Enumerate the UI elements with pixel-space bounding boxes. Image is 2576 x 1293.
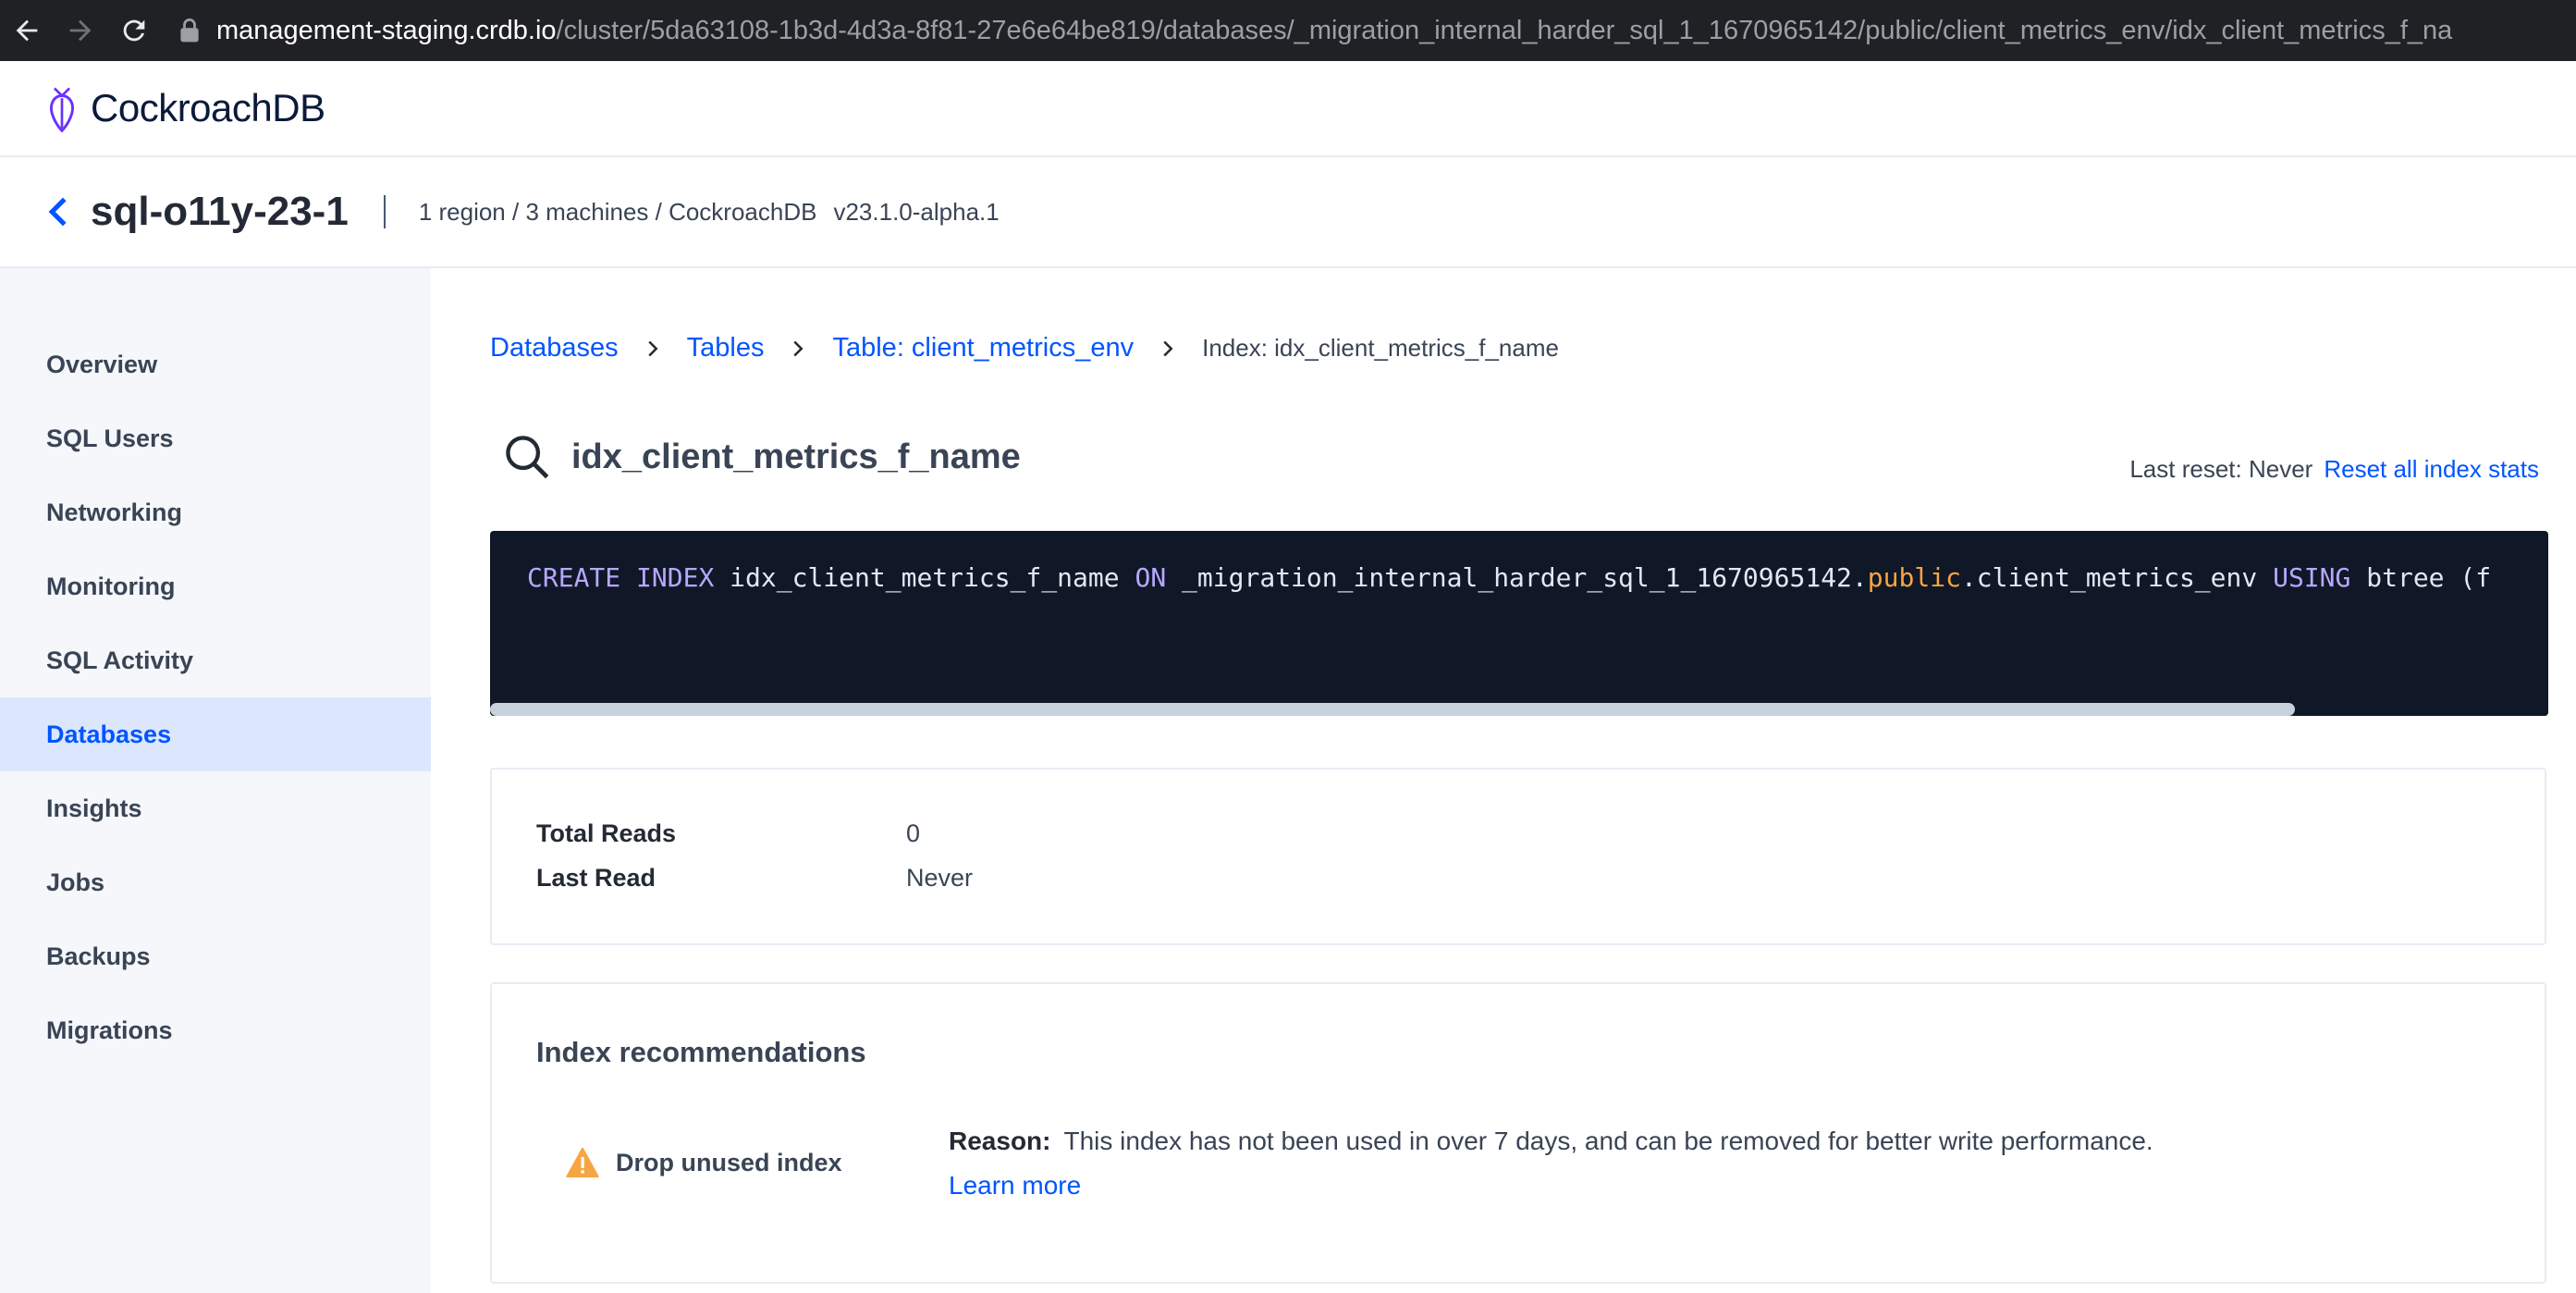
breadcrumb-databases[interactable]: Databases xyxy=(490,333,619,363)
recommendation-type-label: Drop unused index xyxy=(616,1148,842,1176)
reason-text: This index has not been used in over 7 d… xyxy=(1063,1127,2153,1155)
stat-row-total-reads: Total Reads 0 xyxy=(536,819,920,848)
warning-icon xyxy=(566,1147,599,1178)
code-scrollbar-thumb[interactable] xyxy=(490,703,2295,716)
sidebar-item-migrations[interactable]: Migrations xyxy=(0,993,431,1067)
arrow-left-icon xyxy=(16,19,38,42)
code-schema: public xyxy=(1867,562,1961,593)
url-host: management-staging.crdb.io xyxy=(216,15,557,45)
code-tail: btree (f xyxy=(2366,562,2492,593)
code-keyword: CREATE xyxy=(527,562,621,593)
sidebar-item-overview[interactable]: Overview xyxy=(0,327,431,401)
chevron-left-icon[interactable] xyxy=(48,196,68,228)
last-reset-label: Last reset: Never xyxy=(2129,455,2313,483)
recommendations-title: Index recommendations xyxy=(536,1036,866,1068)
reason-label: Reason: xyxy=(949,1127,1051,1155)
learn-more-link[interactable]: Learn more xyxy=(949,1171,1081,1201)
code-table-name: .client_metrics_env xyxy=(1960,562,2258,593)
last-read-label: Last Read xyxy=(536,864,656,892)
back-button[interactable] xyxy=(0,0,54,61)
divider xyxy=(383,195,386,228)
last-read-value: Never xyxy=(906,864,974,892)
stat-row-last-read: Last Read Never xyxy=(536,864,973,893)
sidebar-item-sql-users[interactable]: SQL Users xyxy=(0,401,431,475)
sidebar-item-networking[interactable]: Networking xyxy=(0,475,431,549)
code-keyword: ON xyxy=(1135,562,1167,593)
sidebar-item-monitoring[interactable]: Monitoring xyxy=(0,549,431,623)
page-title: idx_client_metrics_f_name xyxy=(571,437,1021,476)
sidebar-item-databases[interactable]: Databases xyxy=(0,697,431,771)
cockroachdb-logo[interactable]: CockroachDB xyxy=(43,83,325,133)
reload-button[interactable] xyxy=(107,0,161,61)
address-bar[interactable]: management-staging.crdb.io/cluster/5da63… xyxy=(179,16,2546,46)
sidebar: Overview SQL Users Networking Monitoring… xyxy=(0,268,431,1293)
code-keyword: USING xyxy=(2273,562,2351,593)
browser-toolbar: management-staging.crdb.io/cluster/5da63… xyxy=(0,0,2576,61)
create-index-code-block[interactable]: CREATE INDEX idx_client_metrics_f_name O… xyxy=(490,531,2548,716)
app-header: CockroachDB xyxy=(0,61,2576,157)
logo-text: CockroachDB xyxy=(91,86,325,129)
page-header: idx_client_metrics_f_name xyxy=(503,433,1021,481)
create-index-statement: CREATE INDEX idx_client_metrics_f_name O… xyxy=(527,562,2491,593)
search-icon xyxy=(506,436,549,479)
breadcrumb: Databases Tables Table: client_metrics_e… xyxy=(490,333,1559,363)
cluster-meta: 1 region / 3 machines / CockroachDB xyxy=(418,197,817,226)
index-recommendations-card: Index recommendations Drop unused index … xyxy=(490,982,2546,1284)
forward-button[interactable] xyxy=(54,0,107,61)
sidebar-item-backups[interactable]: Backups xyxy=(0,919,431,993)
recommendation-type: Drop unused index xyxy=(566,1147,842,1178)
reset-index-stats-link[interactable]: Reset all index stats xyxy=(2324,455,2539,484)
reload-icon xyxy=(123,19,145,42)
code-index-name: idx_client_metrics_f_name xyxy=(730,562,1120,593)
lock-icon xyxy=(180,18,199,43)
cluster-version: v23.1.0-alpha.1 xyxy=(833,197,1000,226)
recommendation-reason: Reason: This index has not been used in o… xyxy=(949,1127,2153,1156)
cockroach-logo-icon xyxy=(50,87,74,133)
sidebar-item-insights[interactable]: Insights xyxy=(0,771,431,845)
breadcrumb-tables[interactable]: Tables xyxy=(687,333,765,363)
chevron-right-icon xyxy=(1163,340,1173,356)
code-database-name: _migration_internal_harder_sql_1_1670965… xyxy=(1182,562,1868,593)
arrow-right-icon xyxy=(69,19,92,42)
sidebar-item-sql-activity[interactable]: SQL Activity xyxy=(0,623,431,697)
reset-stats: Last reset: Never Reset all index stats xyxy=(2129,455,2539,484)
cluster-name: sql-o11y-23-1 xyxy=(91,189,349,234)
index-stats-card: Total Reads 0 Last Read Never xyxy=(490,768,2546,945)
url-path: /cluster/5da63108-1b3d-4d3a-8f81-27e6e64… xyxy=(556,15,2453,45)
breadcrumb-table[interactable]: Table: client_metrics_env xyxy=(832,333,1134,363)
chevron-right-icon xyxy=(648,340,658,356)
sidebar-item-jobs[interactable]: Jobs xyxy=(0,845,431,919)
total-reads-value: 0 xyxy=(906,819,921,847)
chevron-right-icon xyxy=(793,340,804,356)
cluster-header: sql-o11y-23-1 1 region / 3 machines / Co… xyxy=(0,157,2576,268)
breadcrumb-current: Index: idx_client_metrics_f_name xyxy=(1202,334,1559,362)
code-keyword: INDEX xyxy=(636,562,715,593)
code-scrollbar-track xyxy=(490,701,2548,716)
total-reads-label: Total Reads xyxy=(536,819,677,847)
